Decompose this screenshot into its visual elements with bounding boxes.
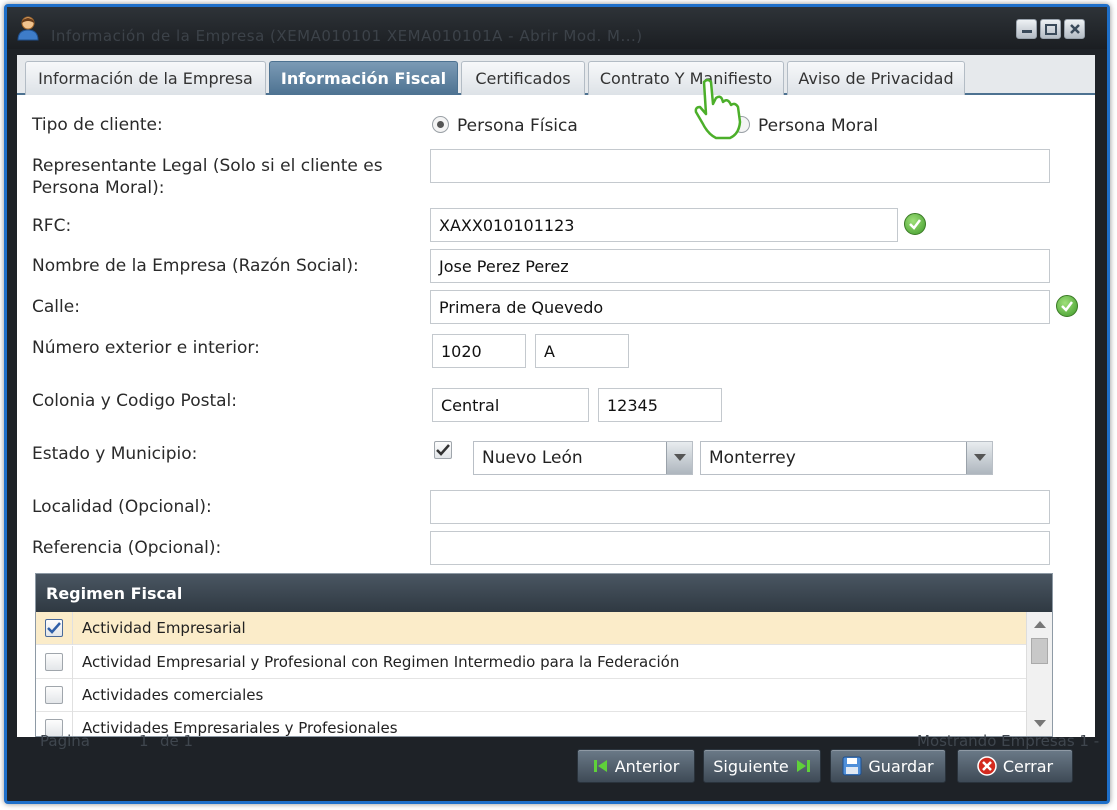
pager-page-number[interactable]: 1 — [139, 732, 149, 750]
localidad-label: Localidad (Opcional): — [32, 497, 212, 517]
user-icon — [17, 16, 39, 41]
maximize-button[interactable] — [1040, 19, 1061, 39]
persona-fisica-radio[interactable] — [432, 116, 449, 133]
localidad-input[interactable] — [430, 490, 1050, 524]
maximize-icon — [1044, 23, 1057, 35]
table-row[interactable]: Actividad Empresarial y Profesional con … — [36, 646, 1026, 679]
application-window: Información de la Empresa (XEMA010101 XE… — [4, 4, 1110, 804]
hand-pointer-icon — [694, 78, 742, 140]
scrollbar-thumb[interactable] — [1031, 638, 1048, 664]
referencia-label: Referencia (Opcional): — [32, 538, 222, 558]
pager-strip: Pagina 1 de 1 Mostrando Empresas 1 - — [17, 732, 1099, 750]
colonia-label: Colonia y Codigo Postal: — [32, 391, 237, 411]
referencia-input[interactable] — [430, 531, 1050, 565]
chevron-down-icon[interactable] — [666, 442, 692, 474]
window-title: Información de la Empresa (XEMA010101 XE… — [51, 27, 643, 45]
tab-informacion-fiscal[interactable]: Información Fiscal — [269, 61, 458, 95]
codigo-postal-input[interactable]: 12345 — [598, 388, 722, 422]
numero-exterior-input[interactable]: 1020 — [432, 334, 526, 368]
tab-aviso-privacidad[interactable]: Aviso de Privacidad — [787, 61, 965, 95]
colonia-input[interactable]: Central — [432, 388, 589, 422]
estado-municipio-label: Estado y Municipio: — [32, 444, 198, 464]
estado-value: Nuevo León — [482, 448, 583, 468]
tab-certificados[interactable]: Certificados — [461, 61, 585, 95]
check-valid-icon — [904, 213, 926, 235]
tab-strip: Información de la Empresa Información Fi… — [17, 55, 1095, 95]
table-row[interactable]: Actividades comerciales — [36, 679, 1026, 712]
regimen-label: Actividades Empresariales y Profesionale… — [82, 719, 398, 737]
close-window-button[interactable] — [1064, 19, 1085, 39]
pager-pagina-label: Pagina — [40, 732, 90, 750]
calle-label: Calle: — [32, 297, 80, 317]
tipo-cliente-label: Tipo de cliente: — [32, 115, 163, 135]
minimize-button[interactable] — [1016, 19, 1037, 39]
pager-mostrando-label: Mostrando Empresas 1 - — [917, 732, 1100, 750]
guardar-button[interactable]: Guardar — [830, 749, 946, 783]
numero-interior-input[interactable]: A — [535, 334, 629, 368]
numero-label: Número exterior e interior: — [32, 338, 260, 358]
title-bar[interactable]: Información de la Empresa (XEMA010101 XE… — [7, 7, 1107, 49]
guardar-label: Guardar — [868, 756, 934, 776]
regimen-checkbox[interactable] — [45, 653, 63, 671]
persona-moral-label[interactable]: Persona Moral — [758, 115, 878, 137]
anterior-button[interactable]: Anterior — [577, 749, 695, 783]
estado-select[interactable]: Nuevo León — [473, 441, 693, 475]
minimize-icon — [1021, 30, 1032, 33]
close-circle-icon — [977, 756, 997, 776]
scroll-down-icon[interactable] — [1034, 720, 1046, 727]
rfc-label: RFC: — [32, 216, 72, 236]
regimen-checkbox[interactable] — [45, 619, 63, 637]
regimen-label: Actividades comerciales — [82, 686, 264, 704]
representante-input[interactable] — [430, 149, 1050, 183]
chevron-down-icon[interactable] — [966, 442, 992, 474]
last-page-icon — [796, 760, 810, 772]
regimen-fiscal-grid: Regimen Fiscal Actividad Empresarial Act… — [35, 573, 1053, 737]
regimen-label: Actividad Empresarial — [82, 619, 246, 637]
municipio-value: Monterrey — [709, 448, 796, 468]
cerrar-label: Cerrar — [1002, 756, 1054, 776]
anterior-label: Anterior — [614, 756, 680, 776]
close-icon — [1069, 24, 1080, 34]
vertical-scrollbar[interactable] — [1026, 612, 1052, 736]
persona-fisica-label[interactable]: Persona Física — [457, 115, 578, 137]
first-page-icon — [593, 760, 607, 772]
rfc-input[interactable]: XAXX010101123 — [430, 208, 898, 242]
tab-informacion-empresa[interactable]: Información de la Empresa — [25, 61, 266, 95]
municipio-select[interactable]: Monterrey — [700, 441, 993, 475]
fiscal-info-panel: Tipo de cliente: Persona Física Persona … — [17, 95, 1095, 737]
checkmark-icon — [436, 444, 450, 456]
checkmark-icon — [47, 622, 61, 634]
estado-checkbox[interactable] — [434, 441, 452, 459]
siguiente-button[interactable]: Siguiente — [703, 749, 821, 783]
regimen-label: Actividad Empresarial y Profesional con … — [82, 653, 680, 671]
siguiente-label: Siguiente — [713, 756, 789, 776]
nombre-empresa-label: Nombre de la Empresa (Razón Social): — [32, 256, 359, 276]
regimen-fiscal-header: Regimen Fiscal — [36, 574, 1052, 612]
representante-label-line2: Persona Moral): — [32, 178, 165, 198]
checkmark-icon — [1061, 301, 1073, 312]
save-icon — [842, 756, 862, 776]
representante-label-line1: Representante Legal (Solo si el cliente … — [32, 156, 383, 176]
cerrar-button[interactable]: Cerrar — [957, 749, 1073, 783]
nombre-empresa-input[interactable]: Jose Perez Perez — [430, 249, 1050, 283]
regimen-checkbox[interactable] — [45, 686, 63, 704]
scroll-up-icon[interactable] — [1034, 621, 1046, 628]
table-row[interactable]: Actividad Empresarial — [36, 612, 1026, 645]
check-valid-icon — [1056, 295, 1078, 317]
calle-input[interactable]: Primera de Quevedo — [430, 290, 1050, 324]
pager-de-label: de 1 — [160, 732, 194, 750]
checkmark-icon — [909, 219, 921, 230]
